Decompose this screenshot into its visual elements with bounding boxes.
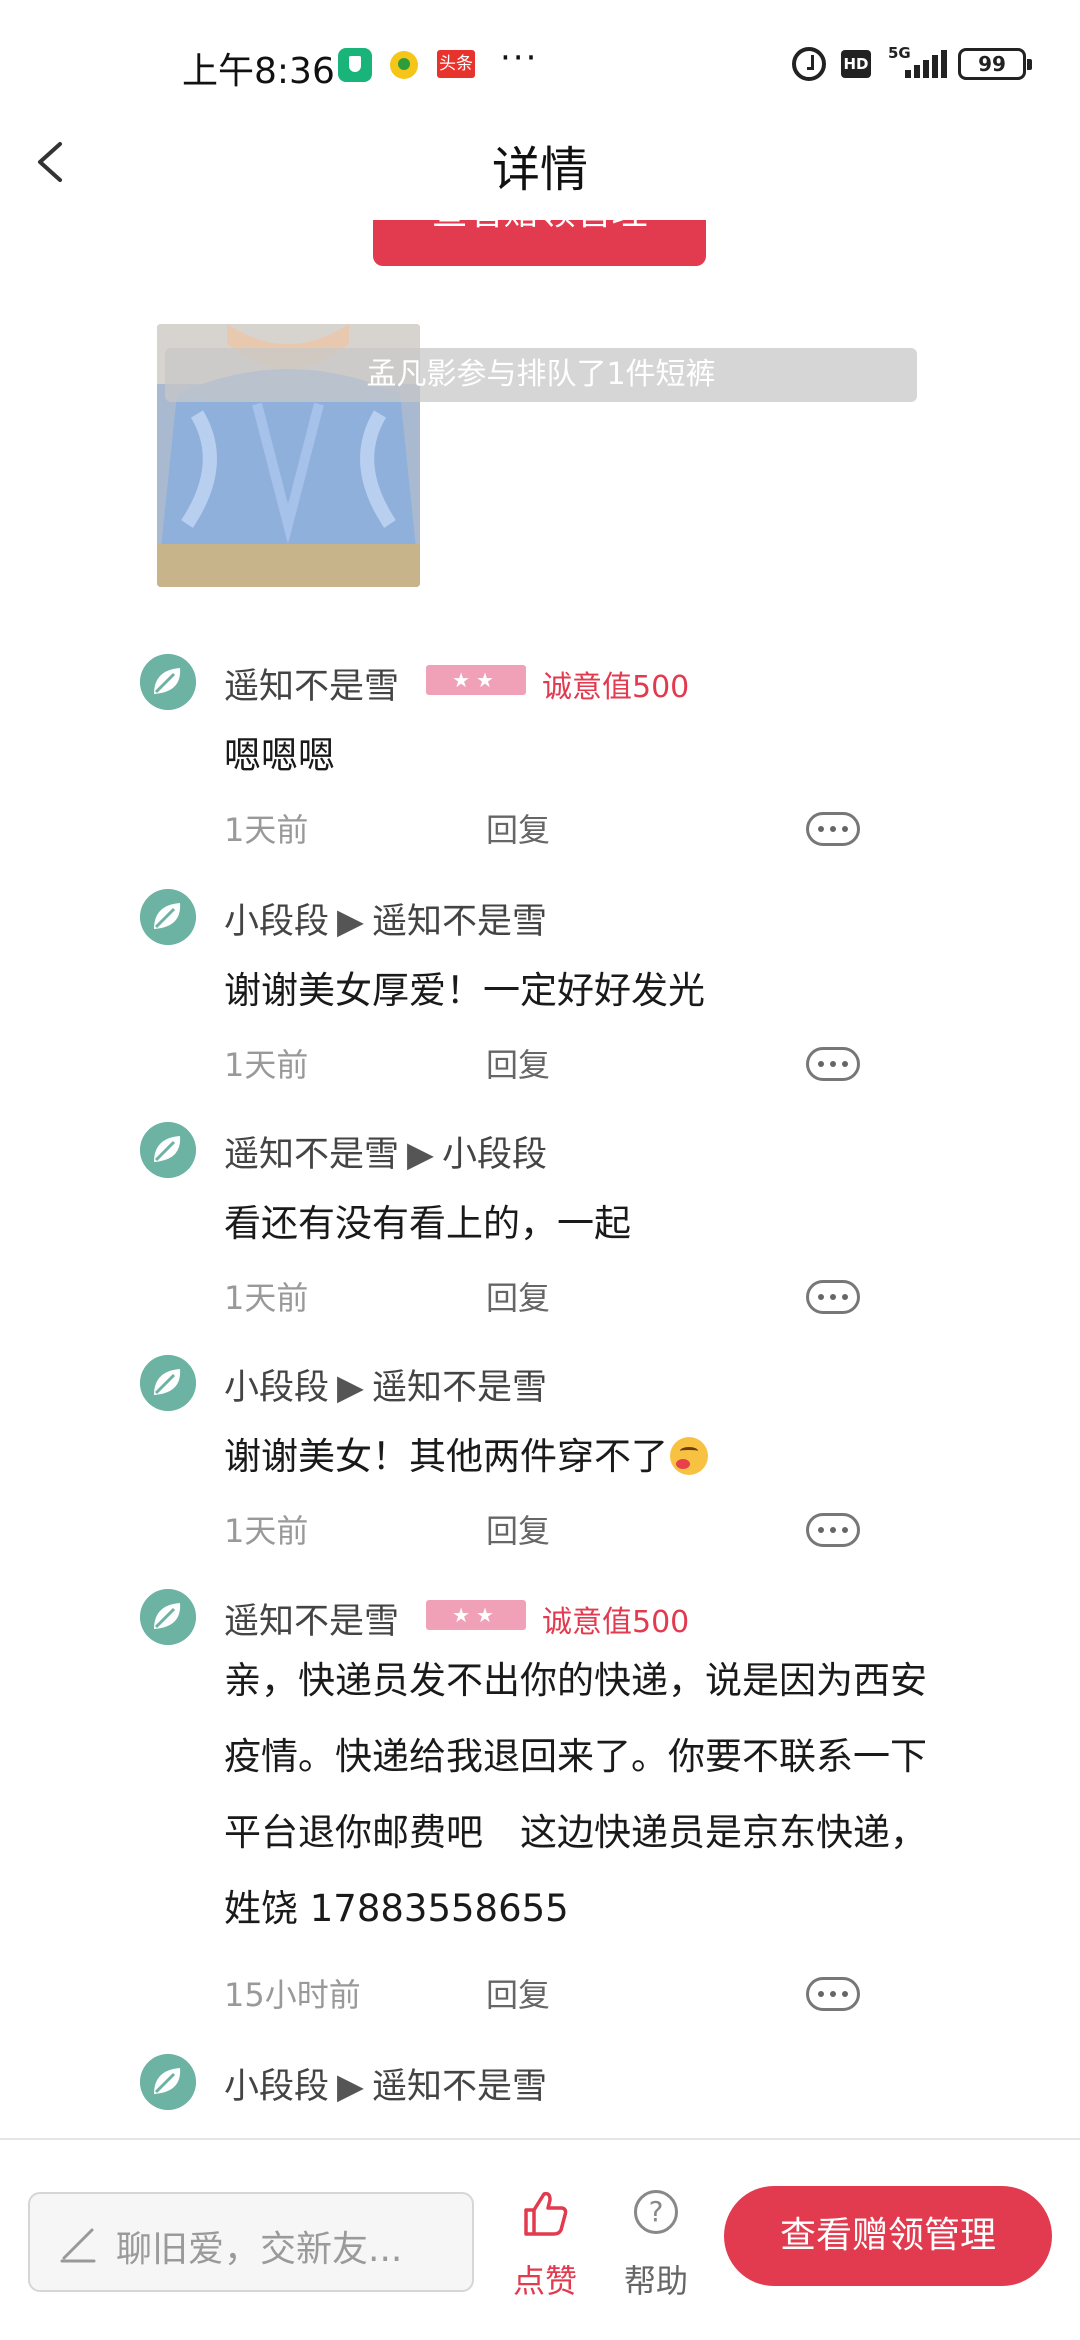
- reply-target[interactable]: 遥知不是雪: [372, 2067, 547, 2107]
- page-header: 详情: [0, 110, 1080, 220]
- reply-button[interactable]: 回复: [486, 1273, 550, 1319]
- comment-author[interactable]: 遥知不是雪: [224, 1593, 399, 1644]
- more-options-icon[interactable]: [806, 1977, 860, 2011]
- comment-author-line: 小段段 ▶ 遥知不是雪: [224, 893, 547, 944]
- shy-face-emoji-icon: [670, 1437, 708, 1475]
- comment-author-line: 小段段 ▶ 遥知不是雪: [224, 1359, 547, 1410]
- comment-time: 1天前: [224, 811, 309, 849]
- comment-text: 亲，快递员发不出你的快递，说是因为西安 疫情。快递给我退回来了。你要不联系一下 …: [224, 1643, 1024, 1947]
- comment-author[interactable]: 遥知不是雪: [224, 1135, 399, 1175]
- comment-input[interactable]: 聊旧爱，交新友...: [28, 2192, 474, 2292]
- battery-icon: 99: [958, 48, 1032, 80]
- more-notifications-icon: ···: [500, 38, 539, 78]
- reply-arrow-icon: ▶: [407, 1135, 434, 1175]
- star-badge: ★★: [426, 665, 526, 695]
- reply-arrow-icon: ▶: [337, 1368, 364, 1408]
- avatar[interactable]: [140, 654, 196, 710]
- comment-author[interactable]: 小段段: [224, 1368, 329, 1408]
- status-time: 上午8:36: [182, 51, 335, 92]
- reply-arrow-icon: ▶: [337, 902, 364, 942]
- help-button[interactable]: ? 帮助: [618, 2188, 694, 2300]
- pencil-icon: [60, 2228, 96, 2263]
- more-options-icon[interactable]: [806, 812, 860, 846]
- comment-text: 谢谢美女！其他两件穿不了: [224, 1435, 668, 1478]
- comment-author[interactable]: 小段段: [224, 2067, 329, 2107]
- comment-time: 1天前: [224, 1279, 309, 1317]
- reply-arrow-icon: ▶: [337, 2067, 364, 2107]
- hd-icon: HD: [841, 50, 871, 78]
- bottom-action-bar: 聊旧爱，交新友... 点赞 ? 帮助 查看赠领管理: [0, 2138, 1080, 2340]
- avatar[interactable]: [140, 889, 196, 945]
- reply-button[interactable]: 回复: [486, 1040, 550, 1086]
- like-label: 点赞: [512, 2262, 577, 2300]
- queue-notice: 孟凡影参与排队了1件短裤: [165, 348, 917, 402]
- comment-text-line: 疫情。快递给我退回来了。你要不联系一下: [224, 1735, 927, 1778]
- comment-text-line: 亲，快递员发不出你的快递，说是因为西安: [224, 1659, 927, 1702]
- sincerity-value: 诚意值500: [542, 670, 690, 705]
- avatar[interactable]: [140, 2054, 196, 2110]
- comment-text-line: 姓饶 17883558655: [224, 1887, 569, 1930]
- sincerity-value: 诚意值500: [542, 1605, 690, 1640]
- comment-text: 看还有没有看上的，一起: [224, 1202, 631, 1245]
- reply-target[interactable]: 遥知不是雪: [372, 902, 547, 942]
- like-button[interactable]: 点赞: [508, 2188, 582, 2300]
- avatar[interactable]: [140, 1122, 196, 1178]
- more-options-icon[interactable]: [806, 1513, 860, 1547]
- comment-author-line: 小段段 ▶ 遥知不是雪: [224, 2058, 547, 2109]
- reply-button[interactable]: 回复: [486, 1970, 550, 2016]
- avatar[interactable]: [140, 1589, 196, 1645]
- toutiao-app-icon: 头条: [437, 50, 475, 78]
- page-title: 详情: [491, 142, 588, 198]
- comment-text-line: 平台退你邮费吧 这边快递员是京东快递，: [224, 1811, 927, 1854]
- comment-text-line: 谢谢美女！其他两件穿不了: [224, 1419, 1024, 1495]
- comment-author[interactable]: 遥知不是雪: [224, 658, 399, 709]
- comment-time: 15小时前: [224, 1976, 361, 2014]
- avatar[interactable]: [140, 1355, 196, 1411]
- alarm-icon: [792, 47, 826, 81]
- reply-target[interactable]: 小段段: [442, 1135, 547, 1175]
- comment-author-line: 遥知不是雪 ▶ 小段段: [224, 1126, 547, 1177]
- reply-button[interactable]: 回复: [486, 1506, 550, 1552]
- comment-text: 谢谢美女厚爱！一定好好发光: [224, 969, 705, 1012]
- security-app-icon: [338, 48, 372, 82]
- signal-icon: [905, 50, 947, 78]
- comment-author[interactable]: 小段段: [224, 902, 329, 942]
- reply-button[interactable]: 回复: [486, 805, 550, 851]
- comment-time: 1天前: [224, 1046, 309, 1084]
- help-label: 帮助: [623, 2262, 688, 2300]
- comment-text: 嗯嗯嗯: [224, 734, 335, 777]
- star-badge: ★★: [426, 1600, 526, 1630]
- comment-time: 1天前: [224, 1512, 309, 1550]
- coin-app-icon: [390, 51, 418, 79]
- more-options-icon[interactable]: [806, 1280, 860, 1314]
- reply-target[interactable]: 遥知不是雪: [372, 1368, 547, 1408]
- help-icon: ?: [634, 2190, 678, 2234]
- view-gift-management-button[interactable]: 查看赠领管理: [724, 2186, 1052, 2286]
- comment-input-placeholder: 聊旧爱，交新友...: [116, 2229, 403, 2270]
- more-options-icon[interactable]: [806, 1047, 860, 1081]
- thumbs-up-icon: [524, 2191, 568, 2236]
